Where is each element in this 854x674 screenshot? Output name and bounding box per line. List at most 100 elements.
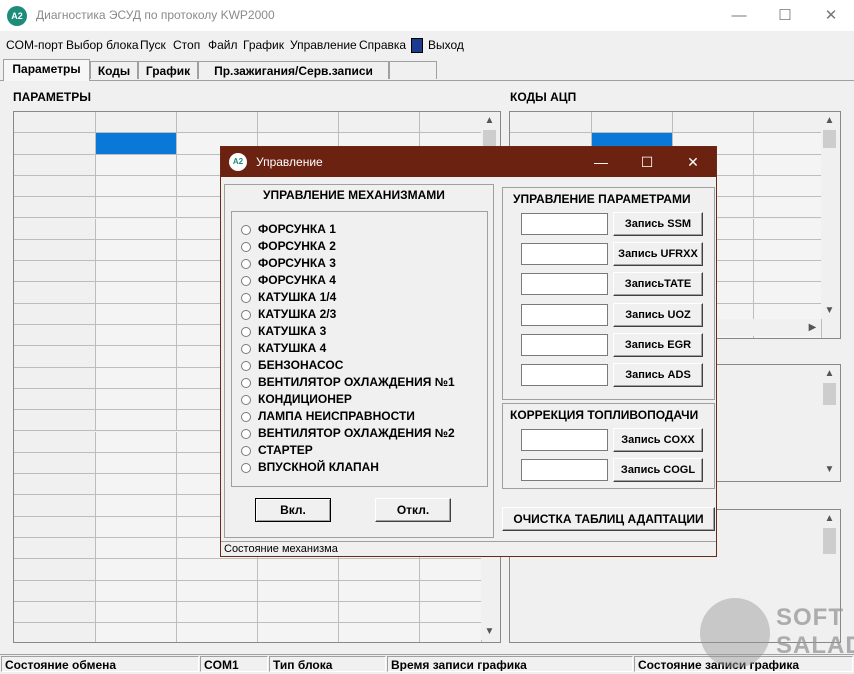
mechanism-radio[interactable] [241,429,251,439]
grid-cell[interactable] [14,175,96,198]
grid-cell[interactable] [14,538,96,560]
fuel-value-field[interactable] [521,429,608,451]
params-value-field[interactable] [521,333,608,356]
mechanism-label[interactable]: ФОРСУНКА 1 [258,222,336,236]
grid-header-cell[interactable] [258,112,339,134]
grid-cell[interactable] [96,495,177,517]
menu-help[interactable]: Справка [359,38,406,52]
scroll-right-icon[interactable]: ▶ [804,319,821,336]
maximize-button[interactable]: ☐ [762,0,808,31]
mechanism-label[interactable]: КОНДИЦИОНЕР [258,392,352,406]
grid-cell[interactable] [420,623,482,642]
params-write-button[interactable]: Запись SSM [613,212,703,236]
exit-door-icon[interactable] [411,38,423,53]
scroll-thumb[interactable] [823,528,836,554]
grid-cell[interactable] [96,133,177,155]
scroll-up-icon[interactable]: ▲ [821,112,838,129]
dialog-maximize-button[interactable]: ☐ [624,147,670,177]
mechanism-radio[interactable] [241,361,251,371]
mechanism-radio[interactable] [241,327,251,337]
grid-cell[interactable] [14,197,96,219]
menu-select-unit[interactable]: Выбор блока [66,38,139,52]
grid-cell[interactable] [258,580,339,602]
grid-cell[interactable] [96,538,177,560]
menu-control[interactable]: Управление [290,38,357,52]
params-value-field[interactable] [521,213,608,235]
grid-cell[interactable] [14,601,96,624]
grid-cell[interactable] [96,303,177,325]
scroll-down-icon[interactable]: ▼ [821,302,838,319]
adc-vscrollbar[interactable]: ▲ ▼ [821,112,838,319]
grid-cell[interactable] [14,580,96,602]
grid-cell[interactable] [339,580,420,602]
grid-cell[interactable] [96,601,177,624]
grid-cell[interactable] [96,623,177,642]
grid-cell[interactable] [96,175,177,198]
params-value-field[interactable] [521,303,608,326]
fuel-value-field[interactable] [521,459,608,481]
middle-vscrollbar[interactable]: ▲ ▼ [821,365,838,479]
off-button[interactable]: Откл. [375,498,451,522]
grid-header-cell[interactable] [754,112,822,134]
menu-exit[interactable]: Выход [428,38,464,52]
grid-cell[interactable] [420,580,482,602]
grid-cell[interactable] [96,261,177,283]
mechanism-radio[interactable] [241,259,251,269]
mechanism-radio[interactable] [241,310,251,320]
grid-cell[interactable] [754,197,822,219]
grid-cell[interactable] [96,154,177,176]
scroll-up-icon[interactable]: ▲ [821,510,838,527]
grid-cell[interactable] [14,495,96,517]
mechanism-radio[interactable] [241,378,251,388]
grid-cell[interactable] [258,559,339,581]
grid-cell[interactable] [14,261,96,283]
mechanism-radio[interactable] [241,293,251,303]
grid-cell[interactable] [258,623,339,642]
mechanism-radio[interactable] [241,412,251,422]
grid-cell[interactable] [96,516,177,538]
mechanism-label[interactable]: КАТУШКА 2/3 [258,307,336,321]
tab-chart[interactable]: График [138,61,198,79]
mechanism-label[interactable]: СТАРТЕР [258,443,313,457]
mechanism-radio[interactable] [241,446,251,456]
grid-cell[interactable] [96,388,177,411]
grid-header-cell[interactable] [420,112,482,134]
grid-cell[interactable] [420,601,482,624]
grid-cell[interactable] [96,431,177,453]
dialog-close-button[interactable]: ✕ [670,147,716,177]
scroll-down-icon[interactable]: ▼ [481,623,498,640]
clear-adaptation-button[interactable]: ОЧИСТКА ТАБЛИЦ АДАПТАЦИИ [502,507,715,531]
grid-cell[interactable] [14,452,96,475]
grid-cell[interactable] [177,559,258,581]
grid-header-cell[interactable] [339,112,420,134]
tab-ignition-service[interactable]: Пр.зажигания/Серв.записи [198,61,389,79]
mechanism-label[interactable]: ВЕНТИЛЯТОР ОХЛАЖДЕНИЯ №1 [258,375,455,389]
mechanism-radio[interactable] [241,242,251,252]
grid-cell[interactable] [177,623,258,642]
grid-header-cell[interactable] [177,112,258,134]
grid-cell[interactable] [96,580,177,602]
scroll-down-icon[interactable]: ▼ [821,461,838,478]
scroll-thumb[interactable] [823,130,836,148]
mechanism-radio[interactable] [241,463,251,473]
grid-cell[interactable] [339,559,420,581]
dialog-minimize-button[interactable]: — [578,147,624,177]
grid-cell[interactable] [14,325,96,347]
adc-hscrollbar[interactable]: ▶ [716,319,821,336]
params-write-button[interactable]: Запись UFRXX [613,242,703,267]
mechanism-label[interactable]: ВЕНТИЛЯТОР ОХЛАЖДЕНИЯ №2 [258,426,455,440]
menu-start[interactable]: Пуск [140,38,166,52]
params-write-button[interactable]: Запись EGR [613,332,703,357]
mechanism-label[interactable]: КАТУШКА 4 [258,341,326,355]
grid-cell[interactable] [754,218,822,240]
mechanism-label[interactable]: ФОРСУНКА 4 [258,273,336,287]
grid-cell[interactable] [96,218,177,240]
grid-cell[interactable] [14,367,96,389]
on-button[interactable]: Вкл. [255,498,331,522]
close-button[interactable]: ✕ [808,0,854,31]
mechanism-label[interactable]: ФОРСУНКА 2 [258,239,336,253]
scroll-thumb[interactable] [823,383,836,405]
params-value-field[interactable] [521,273,608,296]
grid-cell[interactable] [14,154,96,176]
dialog-title-bar[interactable]: A2 Управление — ☐ ✕ [221,147,716,177]
